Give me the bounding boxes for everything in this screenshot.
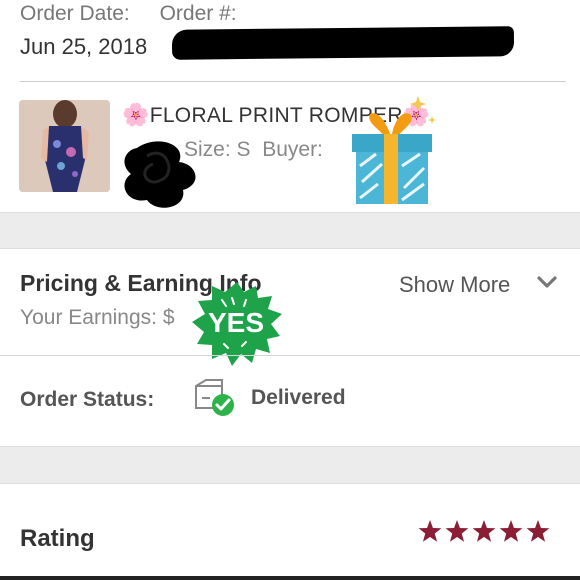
show-more-link[interactable]: Show More (399, 272, 510, 298)
yes-badge-sticker: YES (192, 282, 282, 366)
divider (20, 81, 566, 82)
order-number-redaction (171, 26, 515, 60)
yes-text: YES (208, 307, 264, 338)
section-spacer (0, 212, 580, 249)
order-date-label: Order Date: (20, 2, 130, 25)
blossom-icon: 🌸 (122, 102, 150, 127)
star-icon (472, 520, 496, 542)
pricing-section (0, 249, 580, 355)
star-icon (526, 520, 550, 542)
scribble-redaction (124, 141, 196, 208)
star-icon (499, 520, 523, 542)
order-date-value: Jun 25, 2018 (20, 34, 148, 59)
bottom-edge (0, 576, 580, 580)
package-delivered-icon (195, 379, 234, 416)
order-status-value: Delivered (251, 386, 346, 409)
order-header-labels: Order Date: Order #: (20, 2, 261, 26)
divider (0, 355, 580, 356)
product-thumbnail[interactable] (19, 100, 110, 192)
chevron-down-icon[interactable] (536, 274, 558, 292)
section-spacer (0, 446, 580, 484)
earnings-label: Your Earnings: $ (20, 306, 175, 329)
star-icon (418, 520, 442, 542)
order-number-label: Order #: (159, 2, 237, 25)
rating-label: Rating (20, 525, 95, 552)
gift-box-icon (352, 96, 436, 204)
order-status-label: Order Status: (20, 388, 155, 411)
buyer-label: Buyer: (262, 138, 323, 161)
rating-stars (418, 520, 550, 542)
star-icon (445, 520, 469, 542)
